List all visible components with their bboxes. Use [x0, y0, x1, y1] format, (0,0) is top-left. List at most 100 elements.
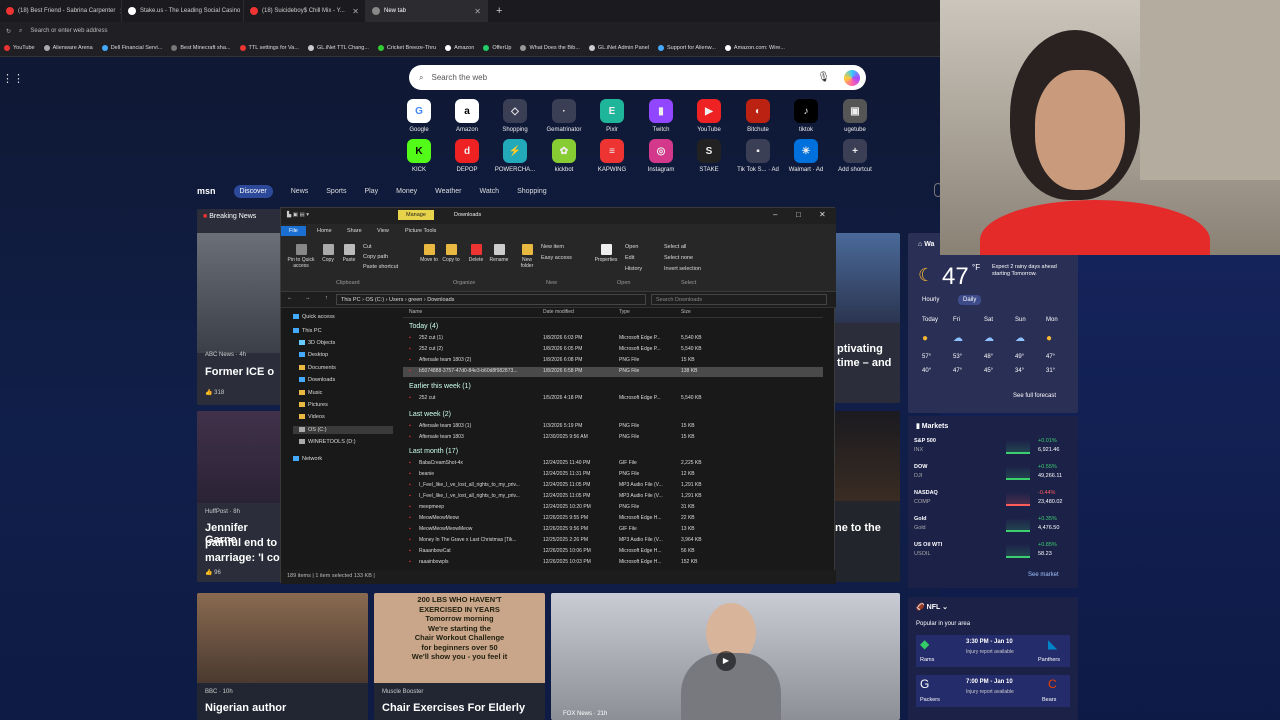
shortcut[interactable]: ▣ ugetube	[831, 99, 879, 133]
nfl-card[interactable]: 🏈 NFL ⌄ Popular in your area ◆ Rams 3:30…	[908, 597, 1078, 720]
sidebar-item-os-c[interactable]: OS (C:)	[293, 426, 393, 434]
quick-access-toolbar[interactable]: ▙ ▣ ▤ ▾	[287, 212, 309, 218]
file-row[interactable]: 252 cut (2) 1/8/2026 6:05 PM Microsoft Edg…	[403, 345, 823, 355]
shortcut[interactable]: E Pixlr	[588, 99, 636, 133]
shortcut[interactable]: ✿ kickbot	[540, 139, 588, 173]
group-header[interactable]: Today (4)	[409, 323, 438, 330]
file-row[interactable]: I_Feel_like_I_ve_lost_all_rights_to_my_p…	[403, 481, 823, 491]
shortcut[interactable]: ◇ Shopping	[491, 99, 539, 133]
bookmark[interactable]: Best Minecraft sha...	[171, 45, 231, 51]
file-row[interactable]: b5074888-3757-47d0-84e3-b60d8f982873... 1…	[403, 367, 823, 377]
move-to-button[interactable]: Move to	[419, 244, 439, 263]
apps-grid-icon[interactable]: ⋮⋮	[2, 72, 24, 85]
tab-2[interactable]: Stake.us - The Leading Social Casino✕	[122, 0, 244, 22]
market-row[interactable]: US Oil WTI USOIL +0.85% 58.23	[914, 542, 1072, 564]
bookmark[interactable]: Support for Alienw...	[657, 45, 716, 51]
msn-logo[interactable]: msn	[197, 186, 216, 196]
select-all-button[interactable]: Select all	[664, 244, 686, 250]
bookmark[interactable]: Dell Financial Servi...	[101, 45, 162, 51]
tab-1[interactable]: (18) Best Friend - Sabrina Carpenter✕	[0, 0, 122, 22]
shortcut[interactable]: ≡ KAPWING	[588, 139, 636, 173]
shortcut[interactable]: ⚡ POWERCHA...	[491, 139, 539, 173]
search-field[interactable]: Search Downloads	[651, 294, 827, 305]
col-name[interactable]: Name	[409, 309, 422, 315]
market-row[interactable]: Gold Gold +0.35% 4,476.50	[914, 516, 1072, 538]
sidebar-item-documents[interactable]: Documents	[299, 365, 336, 371]
sidebar-item-quick-access[interactable]: Quick access	[293, 314, 335, 320]
file-row[interactable]: beanie 12/24/2025 11:31 PM PNG File 12 KB ▪	[403, 470, 823, 480]
address-bar[interactable]: ↻ ⌕ Search or enter web address	[0, 22, 940, 40]
ribbon-tab-share[interactable]: Share	[347, 228, 362, 234]
new-item-button[interactable]: New item	[541, 244, 564, 250]
copy-button[interactable]: Copy	[319, 244, 337, 263]
nav-item[interactable]: News	[291, 188, 309, 195]
address-input[interactable]: Search or enter web address	[30, 28, 107, 34]
nav-item[interactable]: Play	[365, 188, 379, 195]
file-row[interactable]: MeowMeowMeowMeow 12/26/2025 9:56 PM GIF Fi…	[403, 525, 823, 535]
news-card[interactable]: ne to the	[835, 411, 900, 582]
group-header[interactable]: Last month (17)	[409, 448, 458, 455]
bookmark[interactable]: What Does the Bib...	[520, 45, 580, 51]
col-size[interactable]: Size	[681, 309, 691, 315]
sidebar-item-3d-objects[interactable]: 3D Objects	[299, 340, 335, 346]
market-row[interactable]: NASDAQ COMP -0.44% 23,480.02	[914, 490, 1072, 512]
nav-discover[interactable]: Discover	[233, 184, 273, 198]
shortcut[interactable]: ✳ Walmart · Ad	[782, 139, 830, 173]
shortcut[interactable]: ▮ Twitch	[637, 99, 685, 133]
shortcut[interactable]: ▶ YouTube	[685, 99, 733, 133]
web-search-box[interactable]: ⌕ Search the web 🎙	[409, 65, 866, 90]
ribbon-tab-file[interactable]: File	[281, 226, 306, 236]
news-card[interactable]: ■ Breaking News ABC News · 4h Former ICE…	[197, 209, 282, 405]
paste-shortcut-button[interactable]: Paste shortcut	[363, 264, 398, 270]
select-none-button[interactable]: Select none	[664, 255, 693, 261]
tab-4[interactable]: New tab ✕	[366, 0, 488, 22]
shortcut[interactable]: ◐ Bitchute	[734, 99, 782, 133]
file-row[interactable]: meepmeep 12/24/2025 10:20 PM PNG File 31 KB…	[403, 503, 823, 513]
nav-item[interactable]: Watch	[479, 188, 499, 195]
copilot-icon[interactable]	[844, 69, 860, 86]
microphone-icon[interactable]: 🎙	[817, 72, 830, 83]
file-row[interactable]: I_Feel_like_I_ve_lost_all_rights_to_my_p…	[403, 492, 823, 502]
copy-path-button[interactable]: Copy path	[363, 254, 388, 260]
file-row[interactable]: 252 cut 1/5/2026 4:18 PM Microsoft Edge P.…	[403, 394, 823, 404]
col-date[interactable]: Date modified	[543, 309, 574, 315]
video-card[interactable]: ▶ FOX News · 21h	[551, 593, 900, 720]
shortcut[interactable]: ◎ Instagram	[637, 139, 685, 173]
shortcut[interactable]: d DEPOP	[443, 139, 491, 173]
see-market-link[interactable]: See market	[1028, 572, 1059, 578]
copy-to-button[interactable]: Copy to	[441, 244, 461, 263]
file-row[interactable]: 252 cut (1) 1/8/2026 6:03 PM Microsoft Edg…	[403, 334, 823, 344]
group-header[interactable]: Last week (2)	[409, 411, 451, 418]
market-row[interactable]: S&P 500 INX +0.01% 6,921.46	[914, 438, 1072, 460]
shortcut[interactable]: K KICK	[395, 139, 443, 173]
new-folder-button[interactable]: New folder	[516, 244, 538, 269]
tab-daily[interactable]: Daily	[958, 295, 982, 305]
market-row[interactable]: DOW DJI +0.55% 49,266.11	[914, 464, 1072, 486]
bookmark[interactable]: YouTube	[4, 45, 35, 51]
properties-button[interactable]: Properties	[591, 244, 621, 263]
ribbon-tab-home[interactable]: Home	[317, 228, 332, 234]
likes-count[interactable]: 👍 318	[205, 389, 224, 396]
news-card[interactable]: BBC · 10h Nigerian author	[197, 593, 368, 720]
game-row[interactable]: G Packers 7:00 PM - Jan 10 Injury report…	[916, 675, 1070, 707]
file-row[interactable]: Aftersale team 1803 12/30/2025 9:56 AM PNG…	[403, 433, 823, 443]
sidebar-item-music[interactable]: Music	[299, 390, 322, 396]
file-row[interactable]: raaainbowpls 12/26/2025 10:03 PM Microsoft…	[403, 558, 823, 568]
likes-count[interactable]: 👍 96	[205, 569, 221, 576]
open-button[interactable]: Open	[625, 244, 638, 250]
ribbon-tab-picture-tools[interactable]: Picture Tools	[405, 228, 436, 234]
delete-button[interactable]: Delete	[466, 244, 486, 263]
search-input[interactable]: Search the web	[431, 73, 487, 82]
minimize-button[interactable]: –	[773, 210, 777, 219]
manage-tab[interactable]: Manage	[398, 210, 434, 220]
sidebar-item-this-pc[interactable]: This PC	[293, 328, 322, 334]
shortcut[interactable]: S STAKE	[685, 139, 733, 173]
bookmark[interactable]: TTL settings for Va...	[239, 45, 299, 51]
bookmark[interactable]: Cricket Breeze-Thru	[377, 45, 436, 51]
up-icon[interactable]: ↑	[325, 295, 328, 301]
ribbon-tab-view[interactable]: View	[377, 228, 389, 234]
rename-button[interactable]: Rename	[487, 244, 511, 263]
game-row[interactable]: ◆ Rams 3:30 PM - Jan 10 Injury report av…	[916, 635, 1070, 667]
close-icon[interactable]: ✕	[474, 7, 481, 16]
tab-hourly[interactable]: Hourly	[922, 297, 939, 303]
